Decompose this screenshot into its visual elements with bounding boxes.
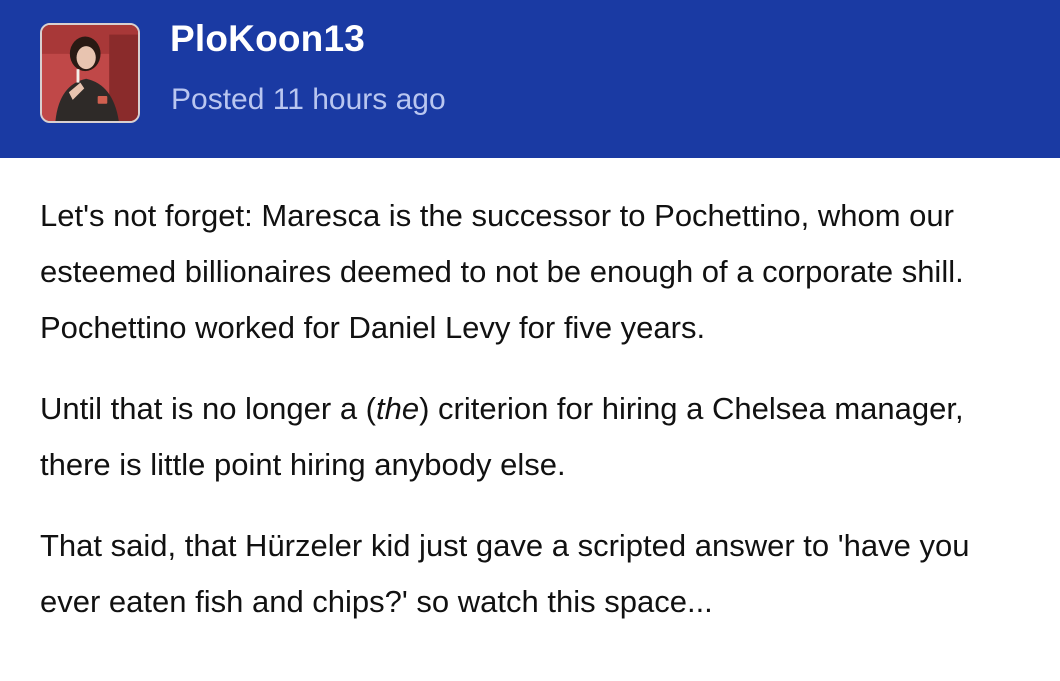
post-paragraph-3: That said, that Hürzeler kid just gave a… <box>40 528 970 619</box>
post-header: PloKoon13 Posted 11 hours ago <box>0 0 1060 158</box>
avatar[interactable] <box>40 23 140 123</box>
post-paragraph-2: Until that is no longer a (the) criterio… <box>40 381 1030 493</box>
post-timestamp: Posted 11 hours ago <box>171 83 446 116</box>
user-avatar-photo-icon <box>42 25 138 121</box>
post-body: Let's not forget: Maresca is the success… <box>0 158 1060 630</box>
post-paragraph-1: Let's not forget: Maresca is the success… <box>40 198 964 345</box>
post-paragraph-2-emphasis: the <box>376 391 420 426</box>
username[interactable]: PloKoon13 <box>170 18 365 60</box>
post-paragraph-2-text-start: Until that is no longer a ( <box>40 391 377 426</box>
